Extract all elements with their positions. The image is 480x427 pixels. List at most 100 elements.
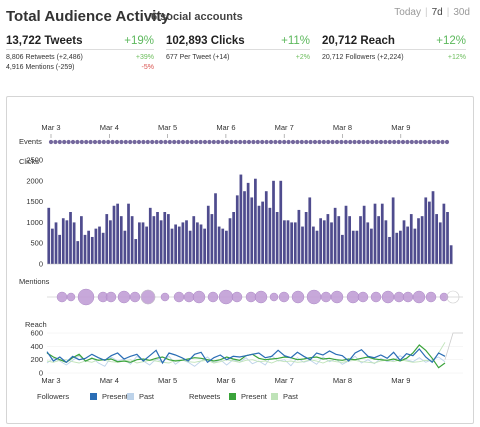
event-dot xyxy=(264,139,269,145)
mention-bubble xyxy=(306,289,322,305)
mention-bubble xyxy=(183,291,195,303)
event-dot xyxy=(317,139,322,145)
clicks-bar-present xyxy=(185,220,188,264)
event-dot xyxy=(154,139,159,145)
event-dot xyxy=(172,139,177,145)
mention-bubble xyxy=(412,290,426,304)
retweets-change: +39% xyxy=(135,54,154,61)
date-label-bottom: Mar 8 xyxy=(333,376,352,385)
activity-chart[interactable]: Mar 3 Mar 4 Mar 5 Mar 6 Mar 7 Mar 8 Mar 9 Even… xyxy=(7,97,473,423)
event-dot xyxy=(167,139,172,145)
legend-retweets-past-swatch xyxy=(271,393,278,400)
date-label-bottom: Mar 3 xyxy=(41,376,60,385)
mention-bubble xyxy=(381,290,395,304)
event-dot xyxy=(326,139,331,145)
event-dot xyxy=(387,139,392,145)
clicks-bar-present xyxy=(196,222,199,264)
event-dot xyxy=(114,139,120,145)
event-dot xyxy=(194,139,199,145)
clicks-bar-present xyxy=(257,205,261,264)
clicks-bar-present xyxy=(145,226,148,264)
event-dot xyxy=(216,139,221,145)
clicks-bar-present xyxy=(72,222,76,264)
clicks-tick-label: 0 xyxy=(39,260,43,269)
mention-bubble xyxy=(77,288,95,306)
reach-tick-label: 600 xyxy=(30,329,43,338)
range-30d-link[interactable]: 30d xyxy=(449,7,474,18)
event-dot xyxy=(246,139,252,145)
reach-tick-label: 400 xyxy=(30,342,43,351)
clicks-bar-present xyxy=(167,214,170,264)
date-label-top: Mar 3 xyxy=(41,123,60,132)
event-dot xyxy=(106,139,111,145)
legend-followers-present-label: Present xyxy=(102,392,129,401)
date-label-top: Mar 6 xyxy=(216,123,235,132)
clicks-bar-present xyxy=(301,226,304,264)
clicks-bar-present xyxy=(362,205,366,264)
clicks-bar-present xyxy=(58,234,61,264)
event-dot xyxy=(312,139,318,145)
clicks-bar-present xyxy=(330,222,333,264)
mention-bubble xyxy=(173,291,185,303)
clicks-bar-present xyxy=(341,234,344,264)
event-dot xyxy=(238,139,243,145)
date-label-bottom: Mar 4 xyxy=(100,376,119,385)
event-dot xyxy=(163,139,168,145)
clicks-bar-present xyxy=(399,230,402,264)
event-dot xyxy=(304,139,309,145)
event-dot xyxy=(145,139,150,145)
page-title: Total Audience Activity xyxy=(6,8,170,25)
clicks-bar-present xyxy=(105,214,109,264)
event-dot xyxy=(48,139,54,145)
event-dot xyxy=(321,139,326,145)
range-7d-link[interactable]: 7d xyxy=(428,7,447,18)
stats-row: 13,722 Tweets +19% 8,806 Retweets (+2,486… xyxy=(6,32,474,82)
mention-bubble xyxy=(402,291,414,303)
clicks-bar-present xyxy=(406,226,409,264)
clicks-bar-present xyxy=(141,222,145,264)
event-dot xyxy=(348,139,353,145)
event-dot xyxy=(422,139,428,145)
clicks-bar-present xyxy=(90,236,94,264)
mention-bubble xyxy=(105,291,117,303)
event-dot xyxy=(370,139,375,145)
clicks-bar-present xyxy=(170,228,174,264)
range-today-link[interactable]: Today xyxy=(390,7,425,18)
reach-change: +12% xyxy=(436,35,466,47)
date-label-top: Mar 7 xyxy=(275,123,294,132)
mention-bubble xyxy=(117,290,131,304)
clicks-bar-present xyxy=(446,212,449,264)
clicks-bar-present xyxy=(127,203,130,264)
clicks-bar-present xyxy=(119,216,123,264)
event-dot xyxy=(97,139,102,145)
date-label-top: Mar 5 xyxy=(158,123,177,132)
date-range-selector: Today | 7d | 30d xyxy=(390,7,474,18)
mention-bubble xyxy=(330,290,344,304)
clicks-bar-present xyxy=(449,245,453,264)
clicks-bar-present xyxy=(109,220,112,264)
clicks-bar-present xyxy=(308,197,312,264)
event-dot xyxy=(101,139,106,145)
clicks-bar-present xyxy=(373,203,377,264)
mention-bubble xyxy=(56,291,68,303)
activity-chart-panel: Mar 3 Mar 4 Mar 5 Mar 6 Mar 7 Mar 8 Mar 9 Even… xyxy=(6,96,474,424)
event-dot xyxy=(185,139,190,145)
clicks-bar-present xyxy=(51,228,54,264)
clicks-bar-present xyxy=(312,226,315,264)
clicks-bar-present xyxy=(203,228,206,264)
clicks-bar-present xyxy=(210,214,214,264)
mention-bubble xyxy=(231,291,243,303)
event-dot xyxy=(70,139,76,145)
clicks-bar-present xyxy=(206,205,210,264)
retweets-count: 8,806 Retweets (+2,486) xyxy=(6,54,83,61)
clicks-bar-present xyxy=(268,207,272,264)
event-dot xyxy=(57,139,62,145)
event-dot xyxy=(352,139,357,145)
mention-bubble xyxy=(291,290,305,304)
clicks-bar-present xyxy=(101,232,105,264)
clicks-bar-present xyxy=(61,218,65,264)
event-dot xyxy=(414,139,419,145)
event-dot xyxy=(150,139,155,145)
event-dot xyxy=(273,139,278,145)
clicks-bar-present xyxy=(254,178,257,264)
